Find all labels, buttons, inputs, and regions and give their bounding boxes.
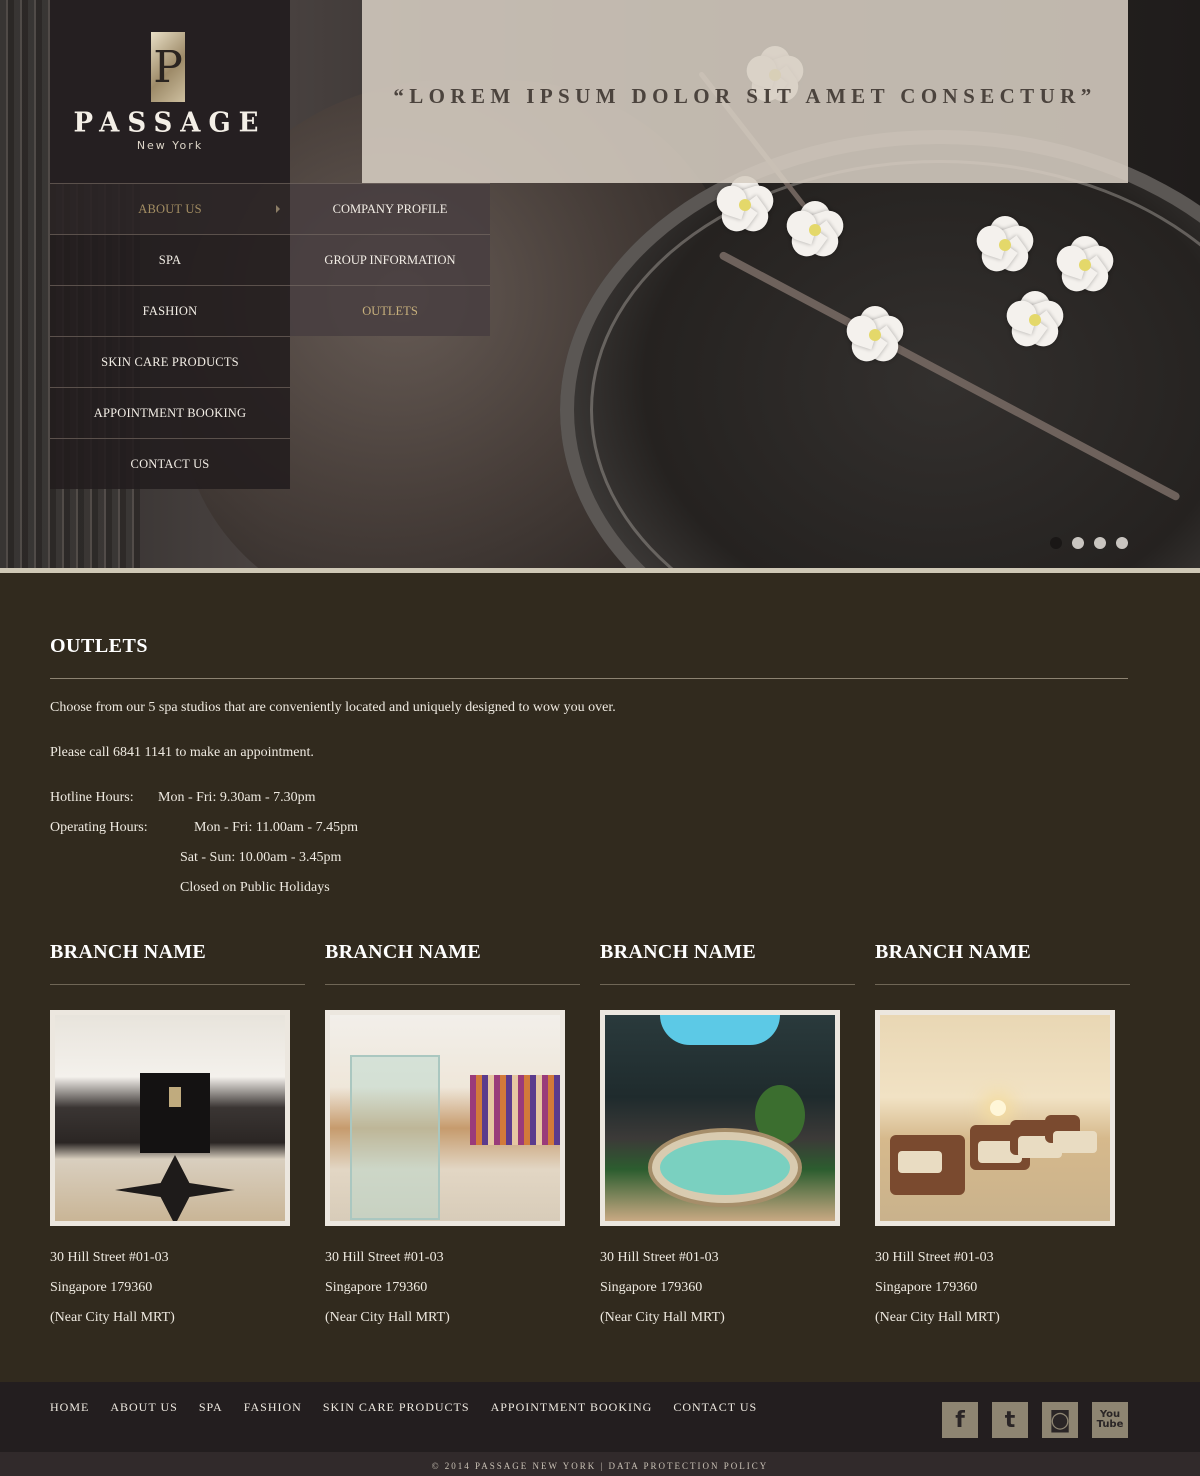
appointment-text: Please call 6841 1141 to make an appoint… <box>50 745 314 760</box>
operating-hours: Operating Hours: Mon - Fri: 11.00am - 7.… <box>50 820 358 836</box>
footer: HOME ABOUT US SPA FASHION SKIN CARE PROD… <box>0 1382 1200 1452</box>
branch-card: BRANCH NAME 30 Hill Street #01-03 Singap… <box>875 941 1130 1333</box>
slider-dot[interactable] <box>1116 537 1128 549</box>
jacuzzi-room-image <box>605 1015 835 1221</box>
logo-mark-icon: P <box>151 32 185 102</box>
lounge-room-image <box>880 1015 1110 1221</box>
main-nav: ABOUT US SPA FASHION SKIN CARE PRODUCTS … <box>50 183 290 489</box>
logo[interactable]: P PASSAGE New York <box>50 0 290 183</box>
branch-divider <box>600 984 855 985</box>
nav-item-appointment-booking[interactable]: APPOINTMENT BOOKING <box>50 387 290 438</box>
footer-link-fashion[interactable]: FASHION <box>244 1400 302 1415</box>
footer-link-home[interactable]: HOME <box>50 1400 89 1415</box>
branch-divider <box>875 984 1130 985</box>
hotline-label: Hotline Hours: <box>50 790 134 805</box>
logo-subtitle: New York <box>136 139 204 152</box>
branch-address: 30 Hill Street #01-03 Singapore 179360 (… <box>600 1250 725 1325</box>
branch-name: BRANCH NAME <box>50 941 207 963</box>
branch-name: BRANCH NAME <box>600 941 757 963</box>
hotline-value: Mon - Fri: 9.30am - 7.30pm <box>158 790 316 805</box>
blossom-flower <box>780 195 850 265</box>
nav-item-fashion[interactable]: FASHION <box>50 285 290 336</box>
branch-photo[interactable] <box>50 1010 290 1226</box>
footer-nav: HOME ABOUT US SPA FASHION SKIN CARE PROD… <box>50 1400 778 1415</box>
copyright-bar: © 2014 PASSAGE NEW YORK | DATA PROTECTIO… <box>0 1452 1200 1476</box>
footer-link-spa[interactable]: SPA <box>199 1400 223 1415</box>
facebook-icon[interactable]: f <box>942 1402 978 1438</box>
twitter-icon[interactable]: t <box>992 1402 1028 1438</box>
hero-banner: “LOREM IPSUM DOLOR SIT AMET CONSECTUR” P… <box>0 0 1200 568</box>
blossom-flower <box>840 300 910 370</box>
logo-wordmark: PASSAGE <box>73 107 267 139</box>
nav-item-skin-care-products[interactable]: SKIN CARE PRODUCTS <box>50 336 290 387</box>
branch-name: BRANCH NAME <box>875 941 1032 963</box>
operating-holidays: Closed on Public Holidays <box>180 880 330 895</box>
branch-card: BRANCH NAME 30 Hill Street #01-03 Singap… <box>50 941 305 1333</box>
about-submenu: COMPANY PROFILE GROUP INFORMATION OUTLET… <box>290 183 490 336</box>
branch-divider <box>325 984 580 985</box>
branch-photo[interactable] <box>325 1010 565 1226</box>
page-title: OUTLETS <box>50 635 148 657</box>
branch-address: 30 Hill Street #01-03 Singapore 179360 (… <box>50 1250 175 1325</box>
nav-item-about-us[interactable]: ABOUT US <box>50 183 290 234</box>
branch-divider <box>50 984 305 985</box>
intro-text: Choose from our 5 spa studios that are c… <box>50 700 616 715</box>
hotline-hours: Hotline Hours: Mon - Fri: 9.30am - 7.30p… <box>50 790 316 806</box>
footer-link-about-us[interactable]: ABOUT US <box>110 1400 177 1415</box>
branch-card: BRANCH NAME 30 Hill Street #01-03 Singap… <box>325 941 580 1333</box>
branch-card: BRANCH NAME 30 Hill Street #01-03 Singap… <box>600 941 855 1333</box>
operating-weekend: Sat - Sun: 10.00am - 3.45pm <box>180 850 342 865</box>
footer-link-appointment-booking[interactable]: APPOINTMENT BOOKING <box>491 1400 653 1415</box>
slider-dot[interactable] <box>1072 537 1084 549</box>
fashion-store-image <box>330 1015 560 1221</box>
branch-photo[interactable] <box>600 1010 840 1226</box>
branch-address: 30 Hill Street #01-03 Singapore 179360 (… <box>875 1250 1000 1325</box>
boutique-interior-image <box>55 1015 285 1221</box>
quote-banner: “LOREM IPSUM DOLOR SIT AMET CONSECTUR” <box>362 0 1128 183</box>
slider-dots <box>1050 537 1128 549</box>
branch-name: BRANCH NAME <box>325 941 482 963</box>
blossom-flower <box>1000 285 1070 355</box>
hero-divider <box>0 568 1200 573</box>
operating-weekday: Mon - Fri: 11.00am - 7.45pm <box>194 820 358 835</box>
blossom-flower <box>970 210 1040 280</box>
chevron-right-icon <box>276 205 280 213</box>
footer-link-skin-care-products[interactable]: SKIN CARE PRODUCTS <box>323 1400 470 1415</box>
hero-quote: “LOREM IPSUM DOLOR SIT AMET CONSECTUR” <box>393 84 1097 108</box>
submenu-item-outlets[interactable]: OUTLETS <box>290 285 490 336</box>
social-links: f t ◙ You Tube <box>942 1402 1128 1438</box>
submenu-item-group-information[interactable]: GROUP INFORMATION <box>290 234 490 285</box>
submenu-item-company-profile[interactable]: COMPANY PROFILE <box>290 183 490 234</box>
branch-photo[interactable] <box>875 1010 1115 1226</box>
nav-item-spa[interactable]: SPA <box>50 234 290 285</box>
instagram-icon[interactable]: ◙ <box>1042 1402 1078 1438</box>
youtube-icon[interactable]: You Tube <box>1092 1402 1128 1438</box>
title-divider <box>50 678 1128 679</box>
slider-dot[interactable] <box>1094 537 1106 549</box>
operating-label: Operating Hours: <box>50 820 148 835</box>
nav-item-contact-us[interactable]: CONTACT US <box>50 438 290 489</box>
slider-dot[interactable] <box>1050 537 1062 549</box>
footer-link-contact-us[interactable]: CONTACT US <box>673 1400 757 1415</box>
branch-address: 30 Hill Street #01-03 Singapore 179360 (… <box>325 1250 450 1325</box>
